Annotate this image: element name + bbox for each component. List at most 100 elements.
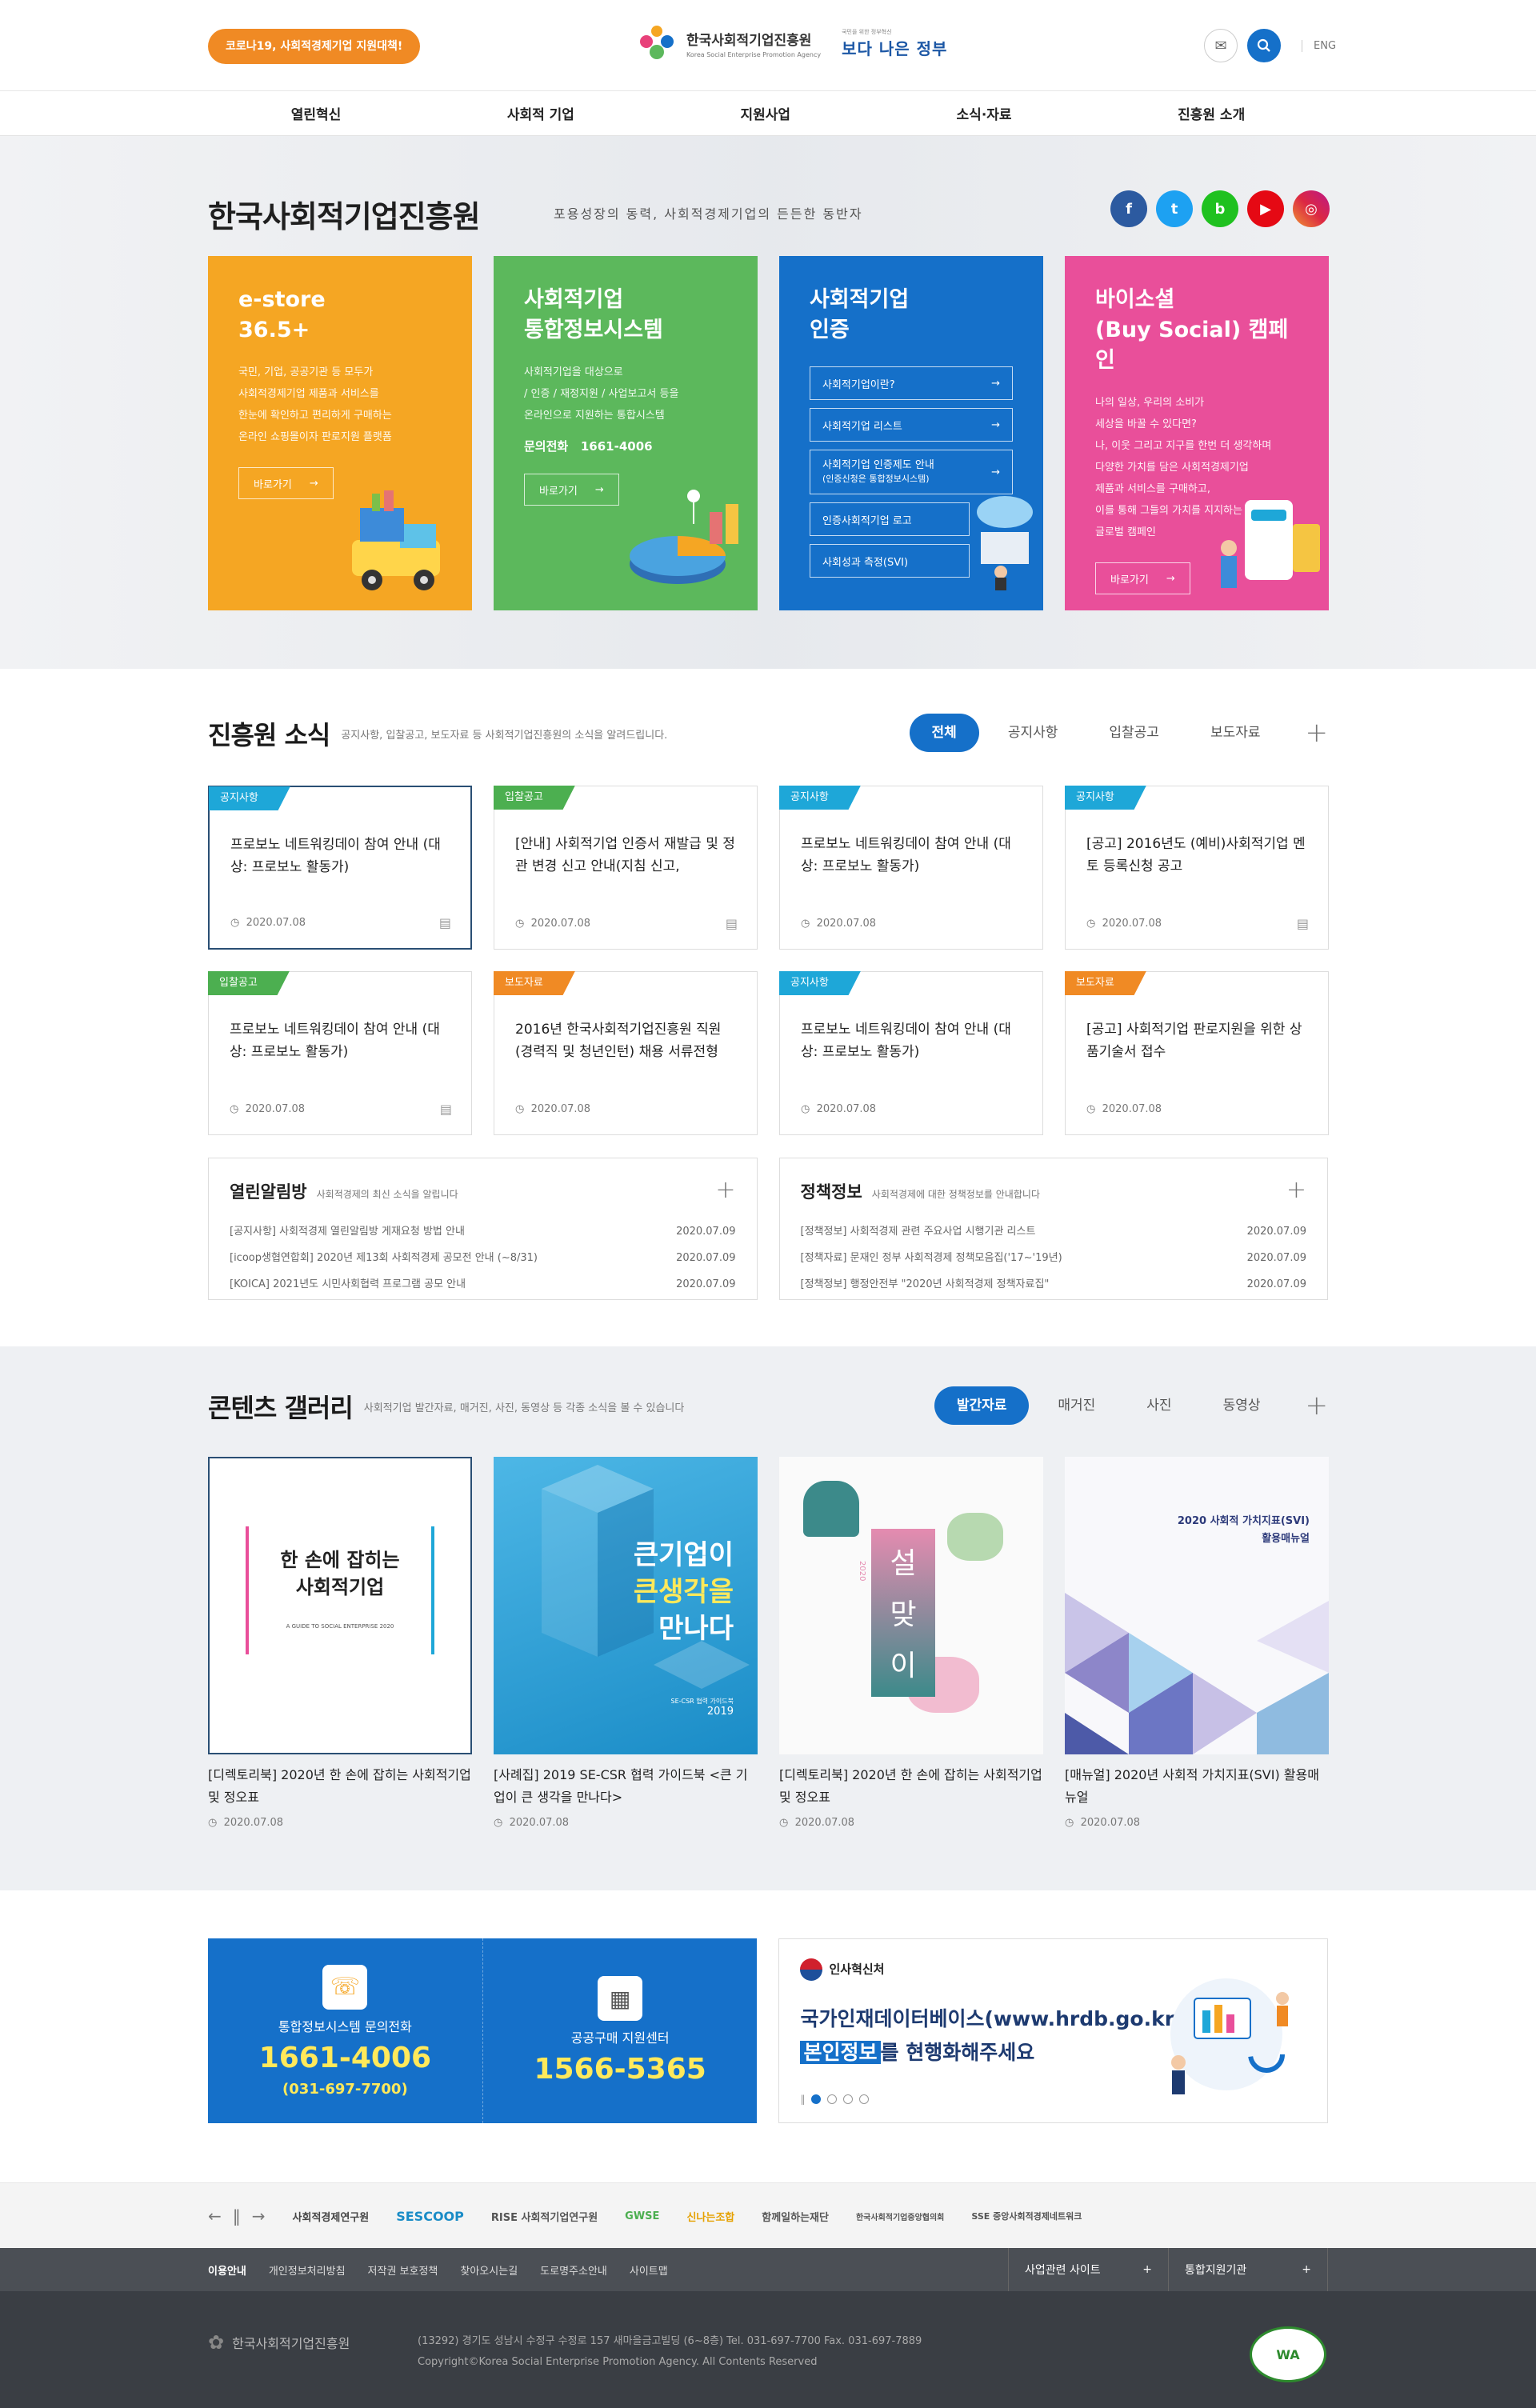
covid-notice-button[interactable]: 코로나19, 사회적경제기업 지원대책! — [208, 29, 421, 64]
nav-item-social-enterprise[interactable]: 사회적 기업 — [507, 103, 574, 123]
news-card[interactable]: 공지사항 프로보노 네트워킹데이 참여 안내 (대상: 프로보노 활동가) ◷ … — [779, 971, 1043, 1135]
gov-slogan-logo: 국민을 위한 정부혁신 보다 나은 정부 — [842, 28, 947, 59]
pager-dot[interactable] — [827, 2094, 838, 2104]
contact-info-system[interactable]: ☏ 통합정보시스템 문의전화 1661-4006 (031-697-7700) — [208, 1938, 482, 2123]
blog-icon[interactable]: b — [1202, 190, 1238, 227]
info-system-go-button[interactable]: 바로가기 → — [524, 474, 619, 506]
cert-link-list-item[interactable]: 사회적기업 리스트 → — [810, 408, 1013, 442]
news-card[interactable]: 공지사항 [공고] 2016년도 (예비)사회적기업 멘토 등록신청 공고 ◷ … — [1065, 786, 1329, 950]
cert-link-what-is[interactable]: 사회적기업이란? → — [810, 366, 1013, 400]
card-title-line2: 36.5+ — [238, 318, 310, 342]
cover-title: 한 손에 잡히는 — [280, 1549, 400, 1571]
board-item-date: 2020.07.09 — [1246, 1252, 1306, 1264]
board-item[interactable]: [정책자료] 문재인 정부 사회적경제 정책모음집('17~'19년) 2020.… — [801, 1245, 1307, 1271]
news-card[interactable]: 입찰공고 프로보노 네트워킹데이 참여 안내 (대상: 프로보노 활동가) ◷ … — [208, 971, 472, 1135]
tab-bid[interactable]: 입찰공고 — [1086, 714, 1182, 752]
estore-go-button[interactable]: 바로가기 → — [238, 467, 334, 499]
news-badge: 공지사항 — [779, 971, 861, 995]
footer-link-privacy[interactable]: 개인정보처리방침 — [269, 2262, 346, 2278]
tab-publications[interactable]: 발간자료 — [934, 1386, 1030, 1425]
instagram-icon[interactable]: ◎ — [1293, 190, 1330, 227]
partner-logo[interactable]: 함께일하는재단 — [762, 2209, 829, 2224]
gallery-item[interactable]: 2020 사회적 가치지표(SVI) 활용매뉴얼 [매뉴얼] 2020년 사회적… — [1065, 1457, 1329, 1829]
search-icon[interactable] — [1247, 29, 1281, 62]
board-item[interactable]: [정책정보] 행정안전부 "2020년 사회적경제 정책자료집" 2020.07.… — [801, 1271, 1307, 1298]
twitter-icon[interactable]: t — [1156, 190, 1193, 227]
partner-logo[interactable]: 신나는조합 — [686, 2209, 734, 2224]
tab-notice[interactable]: 공지사항 — [986, 714, 1081, 752]
news-card[interactable]: 입찰공고 [안내] 사회적기업 인증서 재발급 및 정관 변경 신고 안내(지침… — [494, 786, 758, 950]
nav-item-about[interactable]: 진흥원 소개 — [1178, 103, 1245, 123]
board-item[interactable]: [KOICA] 2021년도 시민사회협력 프로그램 공모 안내 2020.07.… — [230, 1271, 736, 1298]
gallery-item[interactable]: 한 손에 잡히는 사회적기업 A GUIDE TO SOCIAL ENTERPR… — [208, 1457, 472, 1829]
news-card[interactable]: 보도자료 2016년 한국사회적기업진흥원 직원(경력직 및 청년인턴) 채용 … — [494, 971, 758, 1135]
footer-link-address[interactable]: 도로명주소안내 — [540, 2262, 607, 2278]
board-more-plus-icon[interactable]: + — [1286, 1176, 1306, 1204]
support-agencies-select[interactable]: 통합지원기관 + — [1168, 2248, 1328, 2291]
tab-photos[interactable]: 사진 — [1124, 1386, 1194, 1425]
gallery-item[interactable]: 설 맞 이 2020 [디렉토리북] 2020년 한 손에 잡히는 사회적기업 … — [779, 1457, 1043, 1829]
card-estore[interactable]: e-store 36.5+ 국민, 기업, 공공기관 등 모두가 사회적경제기업 … — [208, 256, 472, 610]
pager-dot[interactable] — [859, 2094, 870, 2104]
card-title-line1: 사회적기업 — [524, 287, 624, 312]
news-card[interactable]: 공지사항 프로보노 네트워킹데이 참여 안내 (대상: 프로보노 활동가) ◷ … — [779, 786, 1043, 950]
news-card-date: ◷ 2020.07.08 — [801, 918, 876, 930]
gallery-more-plus-icon[interactable]: + — [1306, 1390, 1329, 1422]
tab-videos[interactable]: 동영상 — [1201, 1386, 1283, 1425]
board-item[interactable]: [공지사항] 사회적경제 열린알림방 게재요청 방법 안내 2020.07.09 — [230, 1218, 736, 1245]
nav-item-open-innovation[interactable]: 열린혁신 — [291, 103, 342, 123]
partner-logo[interactable]: SSE 중앙사회적경제네트워크 — [971, 2210, 1082, 2222]
news-card[interactable]: 보도자료 [공고] 사회적기업 판로지원을 위한 상품기술서 접수 ◷ 2020… — [1065, 971, 1329, 1135]
youtube-icon[interactable]: ▶ — [1247, 190, 1284, 227]
date-text: 2020.07.08 — [246, 917, 306, 929]
card-integrated-info-system[interactable]: 사회적기업 통합정보시스템 사회적기업을 대상으로 / 인증 / 재정지원 / 사… — [494, 256, 758, 610]
pager-dot[interactable] — [811, 2094, 822, 2104]
tab-magazine[interactable]: 매거진 — [1035, 1386, 1118, 1425]
date-text: 2020.07.08 — [794, 1817, 855, 1829]
language-english-link[interactable]: ENG — [1302, 39, 1336, 52]
partner-logo[interactable]: 한국사회적기업중앙협의회 — [856, 2210, 944, 2222]
gallery-item[interactable]: 큰기업이 큰생각을 만나다 SE-CSR 협력 가이드북 2019 [사례집] … — [494, 1457, 758, 1829]
clock-icon: ◷ — [208, 1817, 218, 1829]
news-card-date: ◷ 2020.07.08 — [515, 918, 590, 930]
promo-banner[interactable]: 인사혁신처 국가인재데이터베이스(www.hrdb.go.kr) 본인정보 를 현… — [778, 1938, 1328, 2123]
pause-icon[interactable]: ‖ — [800, 2094, 805, 2105]
nav-item-support[interactable]: 지원사업 — [740, 103, 790, 123]
site-logo[interactable]: 한국사회적기업진흥원 Korea Social Enterprise Promo… — [640, 24, 947, 62]
arrow-right-icon[interactable]: → — [252, 2206, 266, 2226]
tab-all[interactable]: 전체 — [909, 714, 979, 752]
nav-item-news[interactable]: 소식·자료 — [957, 103, 1012, 123]
mail-icon[interactable]: ✉ — [1204, 29, 1238, 62]
pause-icon[interactable]: ‖ — [233, 2206, 241, 2226]
cert-link-svi[interactable]: 사회성과 측정(SVI) — [810, 544, 970, 578]
buy-social-go-button[interactable]: 바로가기 → — [1095, 562, 1190, 594]
card-desc-line: 나, 이웃 그리고 지구를 한번 더 생각하며 — [1095, 440, 1272, 452]
card-desc: 사회적기업을 대상으로 / 인증 / 재정지원 / 사업보고서 등을 온라인으로… — [524, 362, 727, 426]
gov-slogan-small: 국민을 위한 정부혁신 — [842, 28, 892, 35]
pager-dot[interactable] — [843, 2094, 854, 2104]
cert-link-logo[interactable]: 인증사회적기업 로고 — [810, 502, 970, 536]
org-name-en: Korea Social Enterprise Promotion Agency — [686, 50, 822, 58]
footer-link-sitemap[interactable]: 사이트맵 — [630, 2262, 668, 2278]
card-buy-social[interactable]: 바이소셜 (Buy Social) 캠페인 나의 일상, 우리의 소비가 세상을 … — [1065, 256, 1329, 610]
arrow-right-icon: → — [1166, 572, 1175, 585]
partner-logo[interactable]: GWSE — [625, 2210, 659, 2222]
news-more-plus-icon[interactable]: + — [1306, 717, 1329, 749]
news-card[interactable]: 공지사항 프로보노 네트워킹데이 참여 안내 (대상: 프로보노 활동가) ◷ … — [208, 786, 472, 950]
partner-logo[interactable]: RISE 사회적기업연구원 — [491, 2209, 598, 2224]
board-item[interactable]: [정책정보] 사회적경제 관련 주요사업 시행기관 리스트 2020.07.09 — [801, 1218, 1307, 1245]
board-item[interactable]: [icoop생협연합회] 2020년 제13회 사회적경제 공모전 안내 (~8… — [230, 1245, 736, 1271]
board-more-plus-icon[interactable]: + — [715, 1176, 735, 1204]
contact-public-purchase[interactable]: ▦ 공공구매 지원센터 1566-5365 — [482, 1938, 758, 2123]
arrow-left-icon[interactable]: ← — [208, 2206, 222, 2226]
related-sites-select[interactable]: 사업관련 사이트 + — [1008, 2248, 1168, 2291]
partner-logo[interactable]: SESCOOP — [396, 2209, 464, 2224]
partner-logo[interactable]: 사회적경제연구원 — [293, 2209, 370, 2224]
tab-press[interactable]: 보도자료 — [1188, 714, 1283, 752]
gallery-cover: 한 손에 잡히는 사회적기업 A GUIDE TO SOCIAL ENTERPR… — [208, 1457, 472, 1754]
gallery-cover: 설 맞 이 2020 — [779, 1457, 1043, 1754]
facebook-icon[interactable]: f — [1110, 190, 1147, 227]
footer-link-guide[interactable]: 이용안내 — [208, 2262, 246, 2278]
footer-link-copyright[interactable]: 저작권 보호정책 — [368, 2262, 438, 2278]
footer-link-directions[interactable]: 찾아오시는길 — [460, 2262, 518, 2278]
